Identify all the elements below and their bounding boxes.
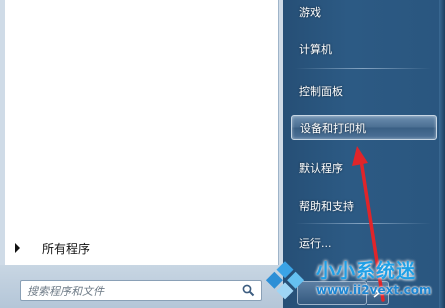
menu-item-label: 游戏 (299, 5, 321, 19)
shutdown-options-button[interactable] (367, 281, 389, 305)
menu-separator (295, 68, 431, 69)
menu-item-control-panel[interactable]: 控制面板 (291, 78, 437, 103)
chevron-right-icon (373, 288, 381, 298)
all-programs-button[interactable]: 所有程序 (15, 238, 90, 258)
start-menu-left-pane: 所有程序 (0, 0, 283, 308)
menu-item-label: 默认程序 (299, 161, 343, 175)
menu-item-run[interactable]: 运行... (291, 230, 437, 255)
right-edge (439, 0, 445, 308)
triangle-right-icon (15, 243, 20, 253)
search-icon[interactable] (242, 284, 255, 297)
menu-item-devices-printers[interactable]: 设备和打印机 (291, 115, 437, 140)
menu-separator (295, 223, 431, 224)
menu-item-games[interactable]: 游戏 (291, 0, 437, 24)
program-list-area (5, 0, 279, 265)
shutdown-button[interactable] (297, 281, 367, 305)
menu-item-label: 计算机 (299, 42, 332, 56)
menu-item-label: 控制面板 (299, 84, 343, 98)
search-input[interactable] (27, 283, 232, 299)
menu-item-label: 运行... (299, 236, 332, 250)
search-bar-area (0, 265, 283, 308)
all-programs-label: 所有程序 (42, 241, 91, 256)
menu-item-label: 设备和打印机 (300, 121, 366, 135)
menu-item-help-support[interactable]: 帮助和支持 (291, 193, 437, 218)
menu-item-computer[interactable]: 计算机 (291, 36, 437, 61)
menu-item-label: 帮助和支持 (299, 199, 354, 213)
start-menu-right-pane: 游戏 计算机 控制面板 设备和打印机 默认程序 帮助和支持 运行... (283, 0, 445, 308)
search-box[interactable] (20, 280, 262, 301)
menu-item-default-programs[interactable]: 默认程序 (291, 155, 437, 180)
